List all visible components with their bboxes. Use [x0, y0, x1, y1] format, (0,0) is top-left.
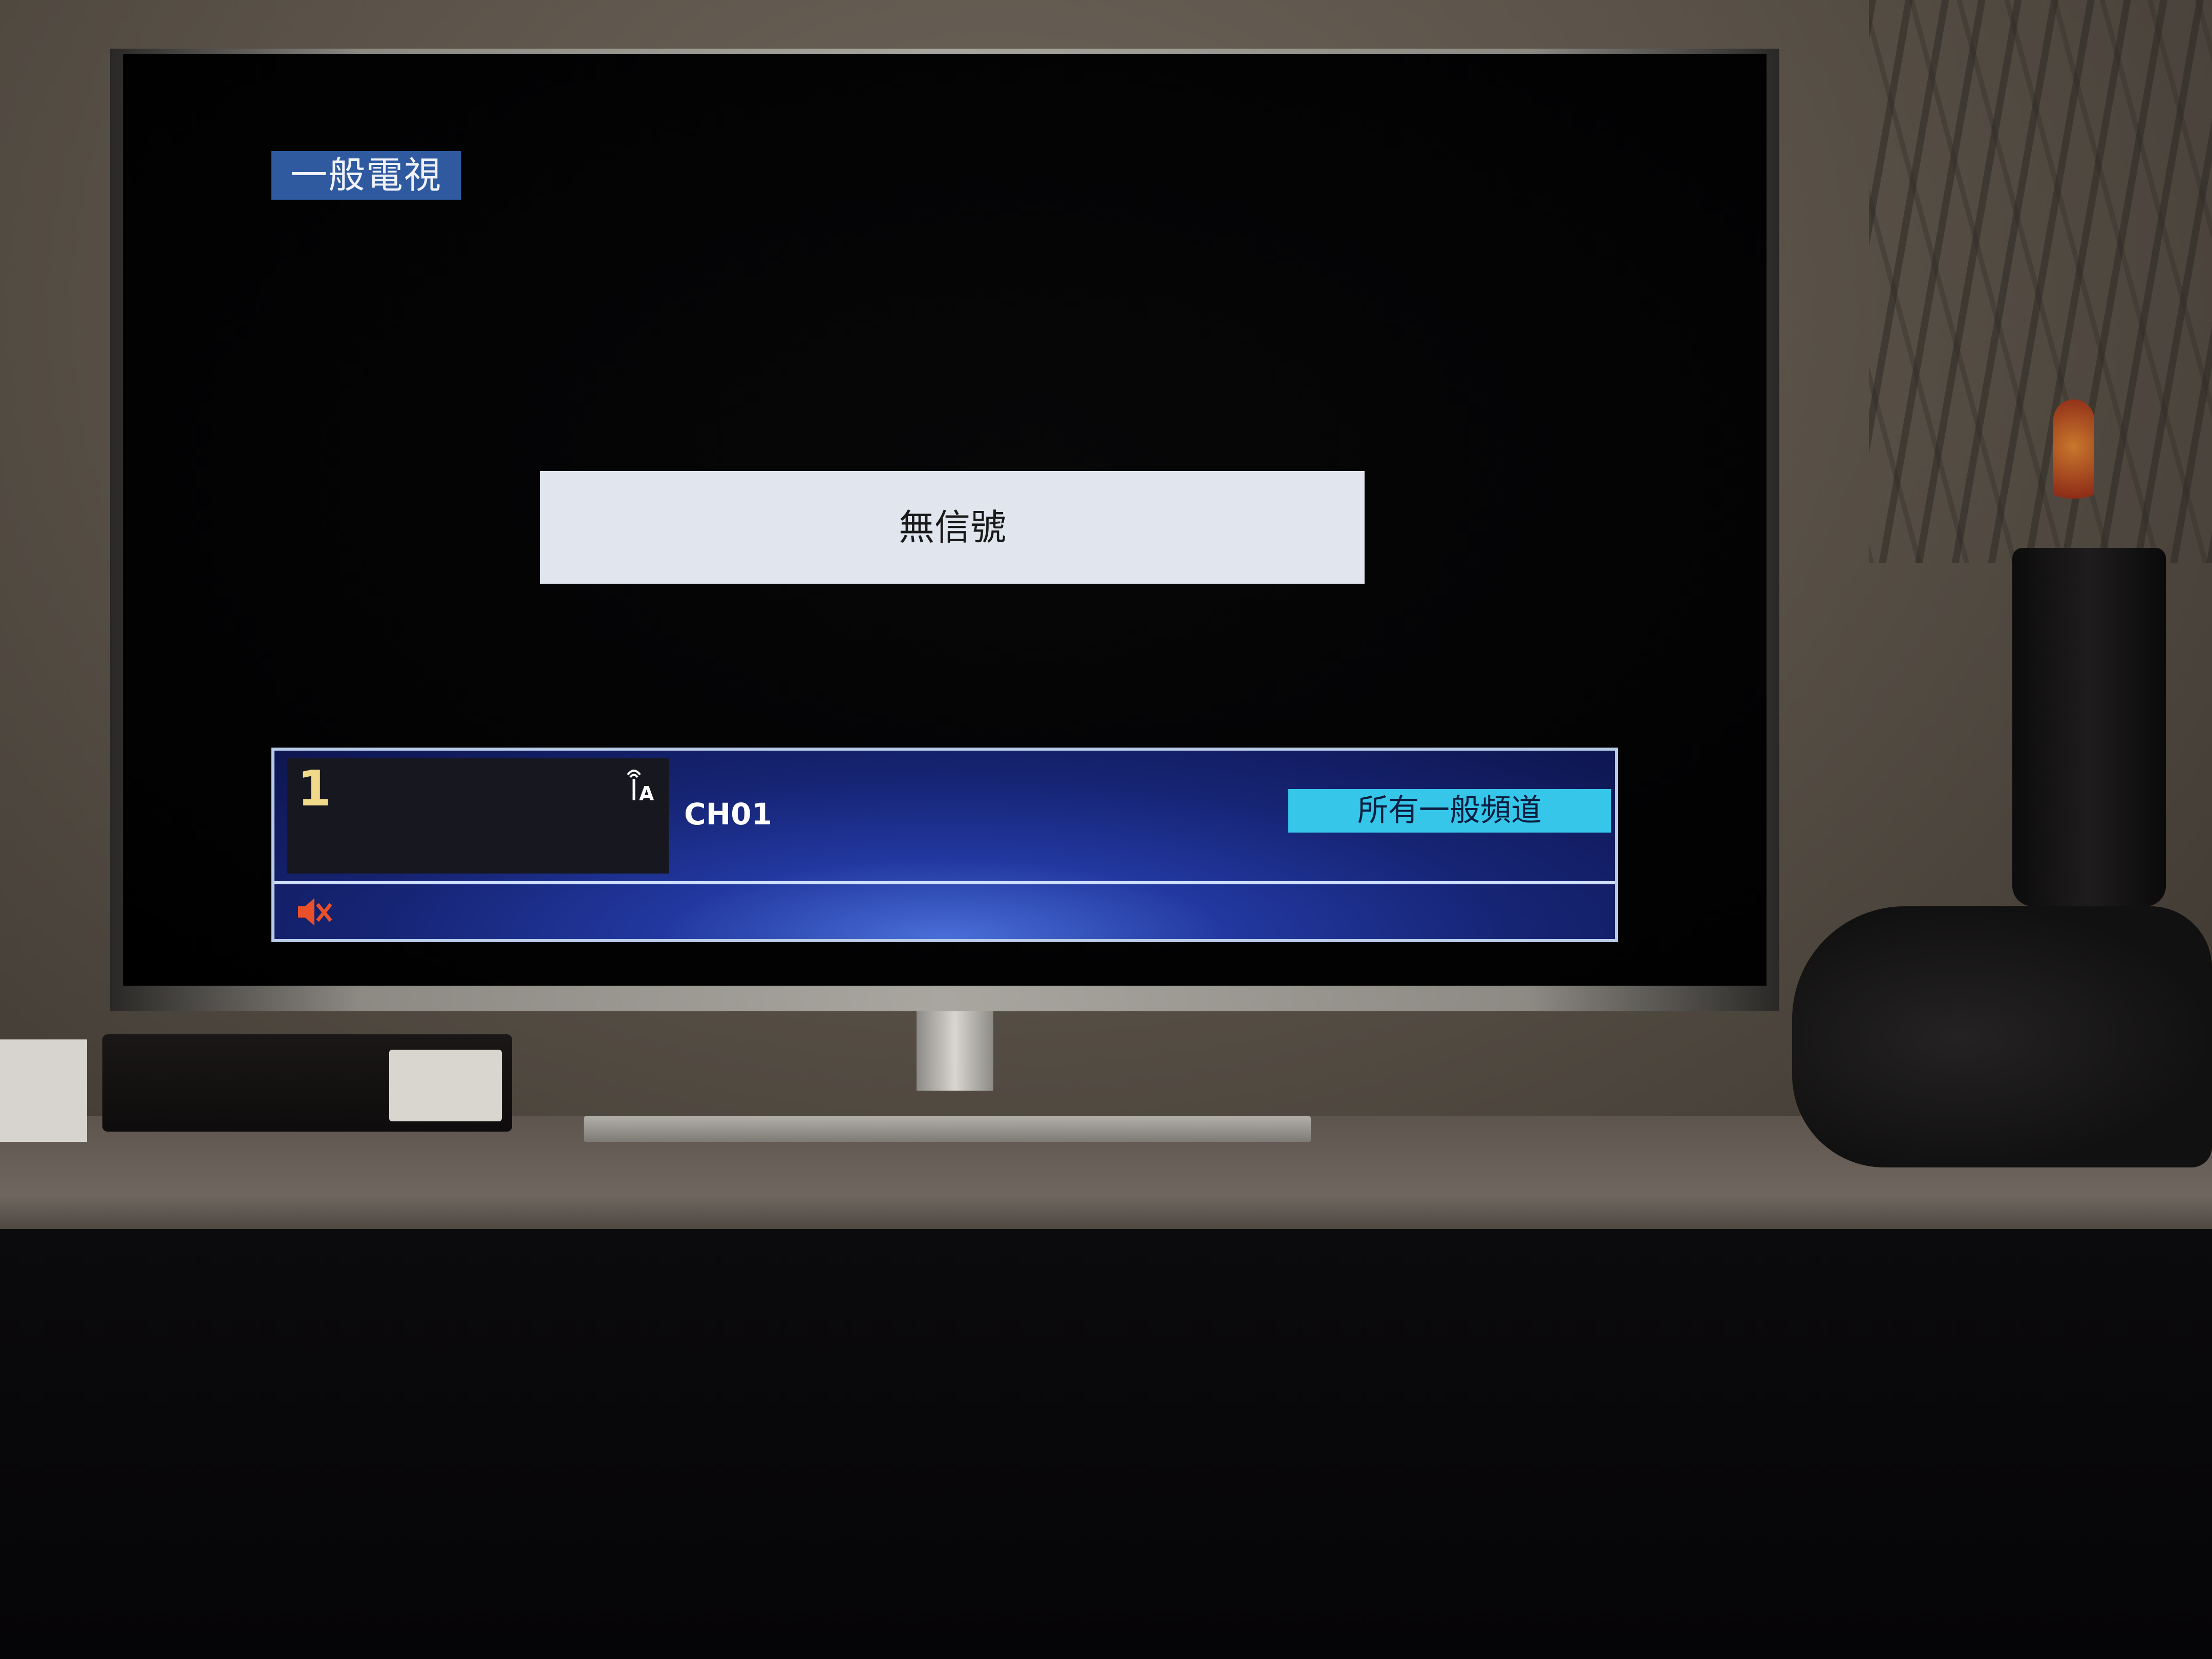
antenna-icon: A — [627, 770, 654, 804]
no-signal-message: 無信號 — [540, 471, 1365, 584]
red-ornament — [2053, 399, 2094, 517]
settop-sticker — [389, 1050, 502, 1121]
tv-stand-base — [584, 1116, 1311, 1142]
svg-text:A: A — [639, 782, 654, 804]
speaker-device — [1792, 906, 2212, 1167]
channel-number: 1 — [297, 761, 332, 817]
channel-tile: 1 A — [287, 758, 669, 874]
tv-stand-neck — [917, 1004, 993, 1091]
vase — [2012, 548, 2166, 906]
tv-screen: 一般電視 無信號 1 A CH01 所有一般頻道 — [123, 54, 1767, 986]
source-badge: 一般電視 — [271, 151, 461, 200]
plant-branches — [1869, 0, 2212, 563]
info-banner-upper: 1 A CH01 所有一般頻道 — [274, 751, 1615, 884]
channel-name: CH01 — [684, 797, 772, 832]
channel-info-banner: 1 A CH01 所有一般頻道 — [271, 748, 1618, 942]
mute-icon — [298, 898, 332, 926]
router-device — [0, 1039, 87, 1142]
channel-group-label: 所有一般頻道 — [1288, 789, 1611, 833]
cabinet-front — [0, 1229, 2212, 1659]
